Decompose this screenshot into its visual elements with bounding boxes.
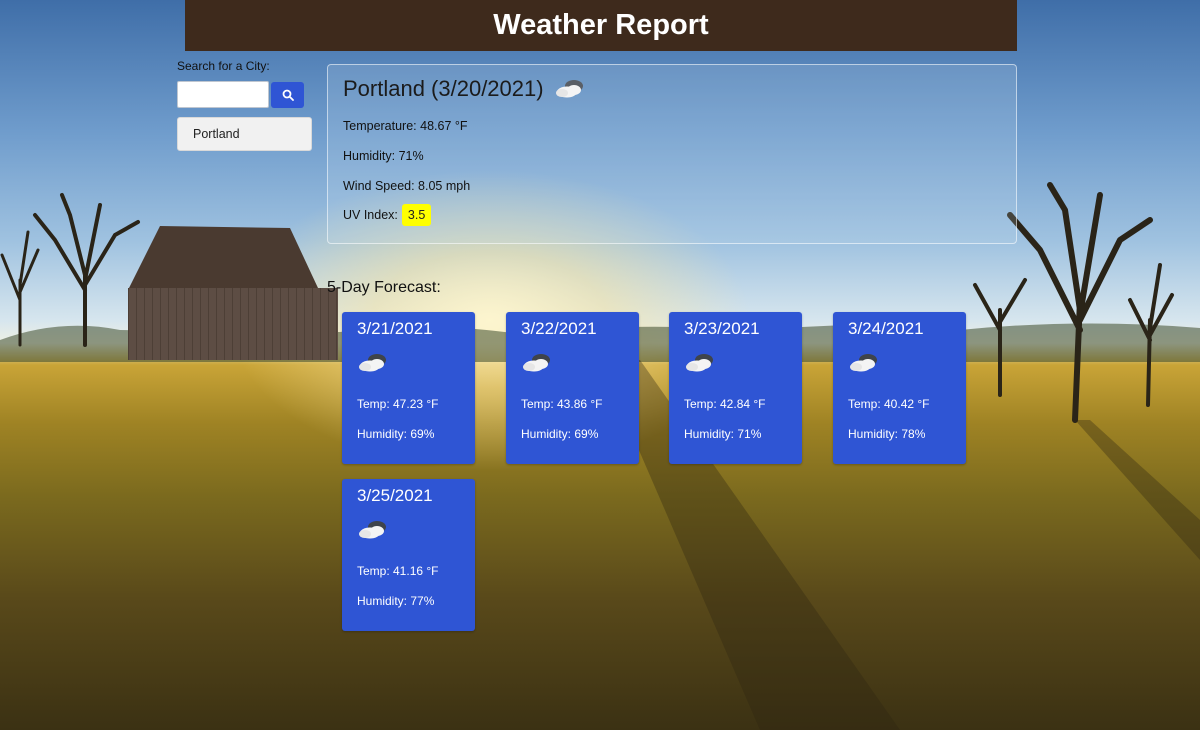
- forecast-humidity: Humidity: 69%: [521, 427, 599, 441]
- forecast-temp: Temp: 47.23 °F: [357, 397, 439, 411]
- current-wind-speed: Wind Speed: 8.05 mph: [343, 179, 471, 193]
- forecast-card: 3/22/2021 Temp: 43.86 °F Humidity: 69%: [506, 312, 639, 464]
- forecast-date: 3/24/2021: [848, 319, 924, 338]
- forecast-humidity: Humidity: 78%: [848, 427, 926, 441]
- current-weather-title: Portland (3/20/2021): [343, 76, 588, 102]
- search-button[interactable]: [271, 82, 304, 108]
- current-humidity: Humidity: 71%: [343, 149, 424, 163]
- forecast-heading: 5-Day Forecast:: [327, 279, 441, 296]
- page-header: Weather Report: [185, 0, 1017, 51]
- forecast-temp: Temp: 42.84 °F: [684, 397, 766, 411]
- uv-index-label: UV Index:: [343, 208, 398, 222]
- partly-cloudy-icon: [523, 354, 550, 372]
- forecast-card: 3/24/2021 Temp: 40.42 °F Humidity: 78%: [833, 312, 966, 464]
- forecast-humidity: Humidity: 69%: [357, 427, 435, 441]
- page-title: Weather Report: [493, 9, 709, 41]
- city-search-input[interactable]: [177, 81, 269, 108]
- search-history-item[interactable]: Portland: [177, 117, 312, 151]
- partly-cloudy-icon: [686, 354, 713, 372]
- forecast-card: 3/25/2021 Temp: 41.16 °F Humidity: 77%: [342, 479, 475, 631]
- current-temperature: Temperature: 48.67 °F: [343, 119, 468, 133]
- forecast-temp: Temp: 43.86 °F: [521, 397, 603, 411]
- search-label: Search for a City:: [177, 59, 270, 73]
- current-weather-panel: Portland (3/20/2021) Temperature: 48.67 …: [327, 64, 1017, 244]
- forecast-temp: Temp: 41.16 °F: [357, 564, 439, 578]
- partly-cloudy-icon: [359, 521, 386, 539]
- partly-cloudy-icon: [359, 354, 386, 372]
- forecast-temp: Temp: 40.42 °F: [848, 397, 930, 411]
- partly-cloudy-icon: [555, 80, 583, 98]
- search-icon: [282, 89, 294, 101]
- current-city-date: Portland (3/20/2021): [343, 76, 544, 101]
- forecast-humidity: Humidity: 77%: [357, 594, 435, 608]
- forecast-card: 3/21/2021 Temp: 47.23 °F Humidity: 69%: [342, 312, 475, 464]
- forecast-date: 3/22/2021: [521, 319, 597, 338]
- current-uv-index: UV Index: 3.5: [343, 204, 432, 226]
- forecast-card: 3/23/2021 Temp: 42.84 °F Humidity: 71%: [669, 312, 802, 464]
- forecast-date: 3/23/2021: [684, 319, 760, 338]
- partly-cloudy-icon: [850, 354, 877, 372]
- uv-index-badge: 3.5: [401, 204, 432, 226]
- forecast-date: 3/25/2021: [357, 486, 433, 505]
- history-city-label: Portland: [193, 127, 240, 141]
- forecast-humidity: Humidity: 71%: [684, 427, 762, 441]
- forecast-date: 3/21/2021: [357, 319, 433, 338]
